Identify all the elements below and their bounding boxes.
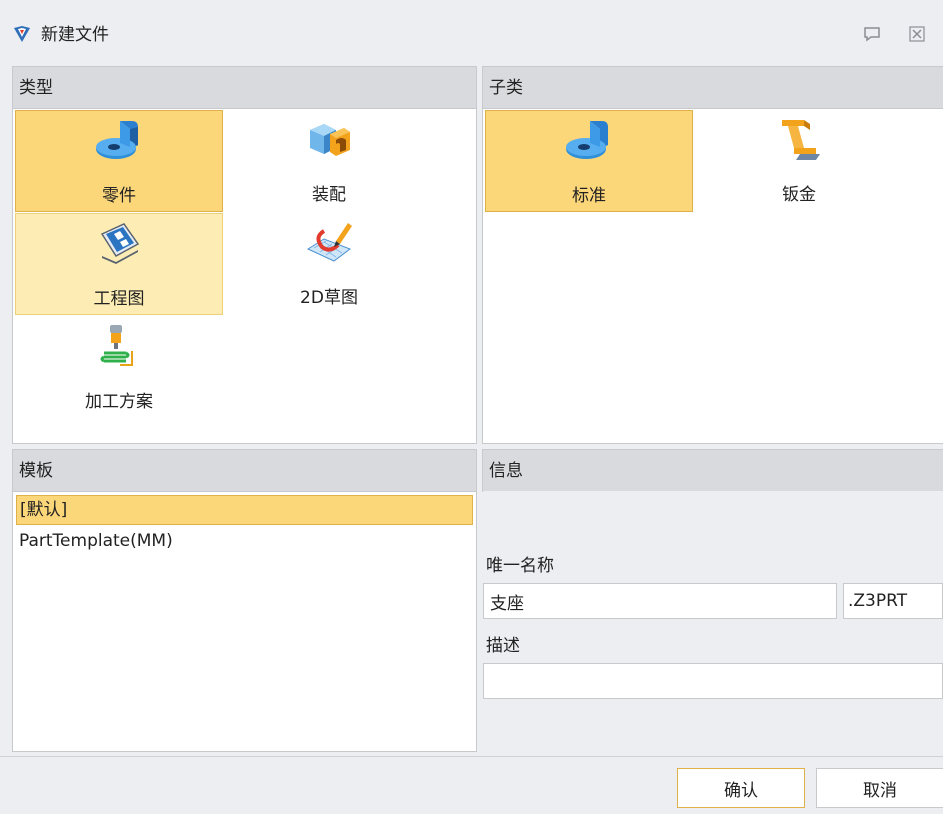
- assembly-icon: [310, 124, 350, 156]
- cancel-button[interactable]: 取消: [816, 768, 943, 808]
- help-balloon-icon[interactable]: [862, 24, 882, 44]
- close-icon[interactable]: [907, 24, 927, 44]
- type-item-label: 零件: [102, 186, 136, 206]
- description-input[interactable]: [483, 663, 943, 699]
- ok-button[interactable]: 确认: [677, 768, 805, 808]
- type-panel-header: 类型: [13, 67, 476, 109]
- file-extension-box: .Z3PRT: [843, 583, 943, 619]
- type-item-label: 装配: [312, 185, 346, 205]
- sketch-2d-icon: [306, 223, 352, 262]
- template-panel-header: 模板: [13, 450, 476, 492]
- subtype-item-sheet-metal[interactable]: 钣金: [695, 110, 903, 212]
- subtype-item-standard[interactable]: 标准: [485, 110, 693, 212]
- title-bar: 新建文件: [0, 0, 943, 66]
- subtype-panel-header: 子类: [483, 67, 943, 109]
- type-item-machining-plan[interactable]: 加工方案: [15, 317, 223, 419]
- subtype-item-label: 钣金: [782, 185, 816, 205]
- drawing-icon: [100, 223, 140, 264]
- info-panel: 信息: [482, 449, 943, 492]
- template-item-part-mm[interactable]: PartTemplate(MM): [16, 527, 473, 557]
- template-panel: 模板 [默认] PartTemplate(MM): [12, 449, 477, 752]
- info-panel-header: 信息: [483, 450, 943, 492]
- dialog-title: 新建文件: [41, 25, 109, 45]
- sheet-metal-icon: [782, 120, 820, 160]
- standard-part-icon: [566, 121, 608, 159]
- info-panel-body: 唯一名称 .Z3PRT 描述: [483, 491, 943, 756]
- machining-plan-icon: [100, 325, 133, 366]
- type-item-drawing[interactable]: 工程图: [15, 213, 223, 315]
- type-item-assembly[interactable]: 装配: [225, 110, 433, 212]
- type-item-sketch-2d[interactable]: 2D草图: [225, 213, 433, 315]
- new-file-dialog: 新建文件 类型 零件 装配 工程图 2D草图 加工方案 子类 标准 钣金 模板 …: [0, 0, 943, 814]
- template-item-default[interactable]: [默认]: [16, 495, 473, 525]
- zw3d-logo-icon: [14, 26, 30, 42]
- type-item-label: 2D草图: [300, 288, 358, 308]
- type-item-part[interactable]: 零件: [15, 110, 223, 212]
- subtype-panel: 子类 标准 钣金: [482, 66, 943, 444]
- unique-name-label: 唯一名称: [486, 556, 554, 576]
- type-item-label: 工程图: [93, 289, 145, 309]
- unique-name-input[interactable]: [483, 583, 837, 619]
- type-item-label: 加工方案: [85, 392, 153, 412]
- type-panel: 类型 零件 装配 工程图 2D草图 加工方案: [12, 66, 477, 444]
- part-icon: [96, 121, 138, 159]
- subtype-item-label: 标准: [572, 186, 606, 206]
- description-label: 描述: [486, 636, 520, 656]
- button-bar: 确认 取消: [0, 756, 943, 814]
